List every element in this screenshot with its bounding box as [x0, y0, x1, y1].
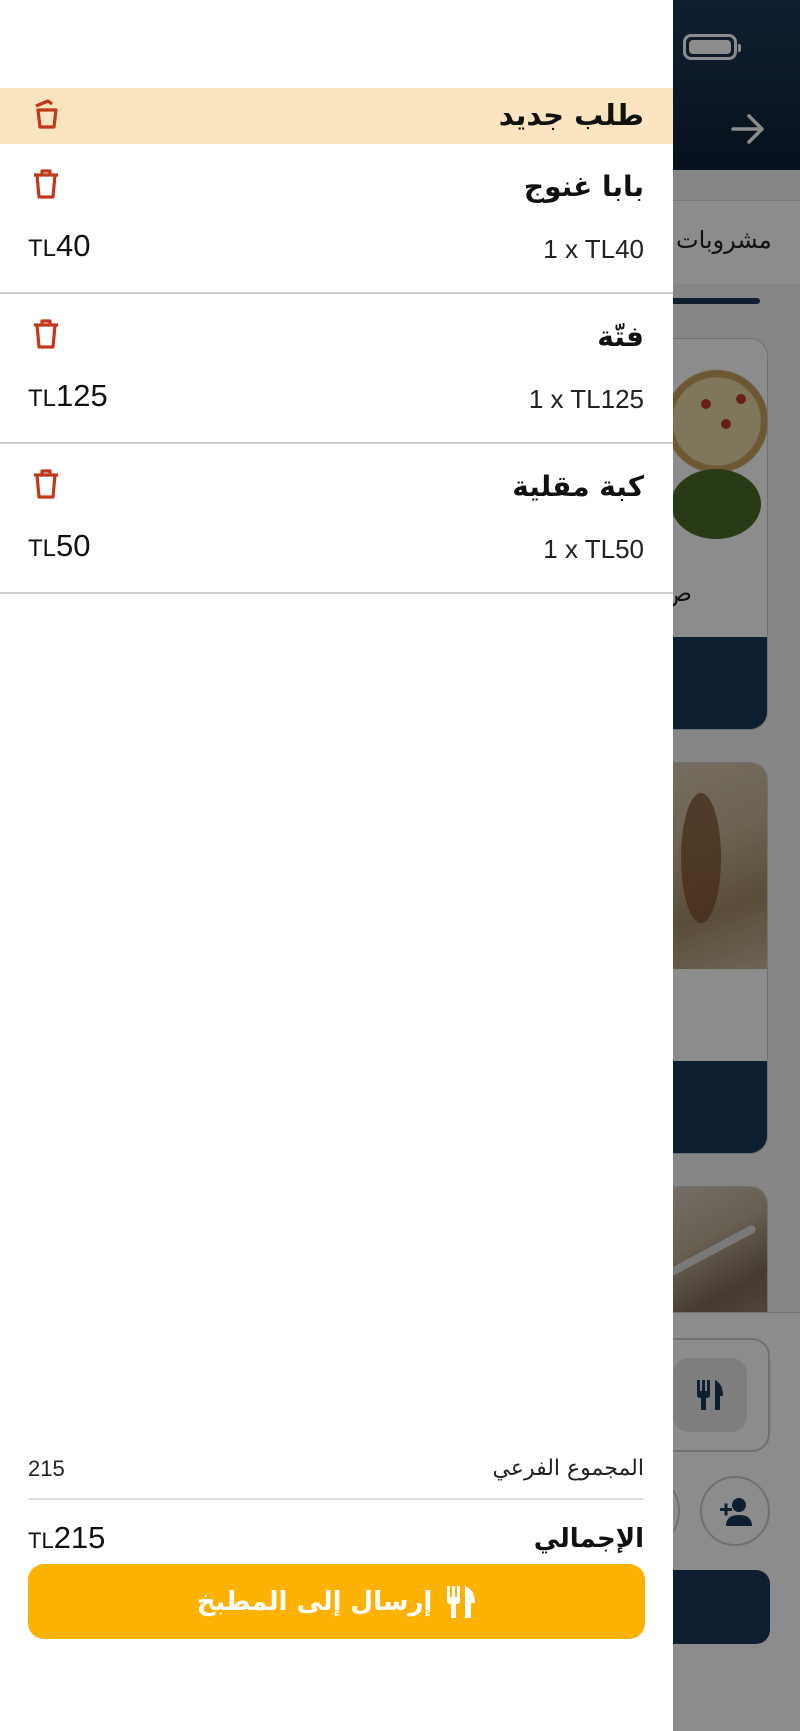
subtotal-label: المجموع الفرعي: [492, 1456, 645, 1481]
subtotal-value: 215: [28, 1456, 65, 1481]
new-order-bar: طلب جديد: [0, 88, 673, 144]
clear-order-icon[interactable]: [32, 98, 60, 130]
order-item: فتّة 1 x TL125 TL125: [0, 294, 673, 444]
currency-label: TL: [28, 385, 57, 412]
item-name: كبة مقلية: [512, 470, 644, 503]
item-name: بابا غنوج: [523, 170, 644, 203]
price-amount: 50: [56, 528, 91, 563]
total-row: الإجمالي TL215: [28, 1520, 644, 1566]
total-amount: 215: [53, 1520, 106, 1555]
subtotal-row: المجموع الفرعي 215: [28, 1452, 644, 1492]
send-button-label: إرسال إلى المطبخ: [196, 1586, 433, 1617]
currency-label: TL: [28, 235, 57, 262]
utensils-icon: [446, 1585, 476, 1619]
item-price: TL50: [28, 528, 91, 564]
price-amount: 40: [56, 228, 91, 263]
order-drawer: طلب جديد بابا غنوج 1 x TL40 TL40 فتّة 1 …: [0, 0, 673, 1731]
order-item: بابا غنوج 1 x TL40 TL40: [0, 144, 673, 294]
item-price: TL125: [28, 378, 108, 414]
currency-label: TL: [28, 1528, 54, 1553]
currency-label: TL: [28, 535, 57, 562]
divider: [28, 1498, 644, 1500]
item-quantity: 1 x TL40: [543, 234, 644, 264]
item-quantity: 1 x TL125: [528, 384, 644, 414]
trash-icon[interactable]: [32, 168, 60, 200]
item-name: فتّة: [597, 320, 644, 353]
price-amount: 125: [56, 378, 108, 413]
total-label: الإجمالي: [533, 1524, 644, 1554]
trash-icon[interactable]: [32, 318, 60, 350]
order-item: كبة مقلية 1 x TL50 TL50: [0, 444, 673, 594]
item-price: TL40: [28, 228, 91, 264]
item-quantity: 1 x TL50: [543, 534, 644, 564]
total-value: TL215: [28, 1520, 105, 1556]
drawer-title: طلب جديد: [498, 98, 644, 132]
send-to-kitchen-button[interactable]: إرسال إلى المطبخ: [28, 1564, 645, 1639]
trash-icon[interactable]: [32, 468, 60, 500]
